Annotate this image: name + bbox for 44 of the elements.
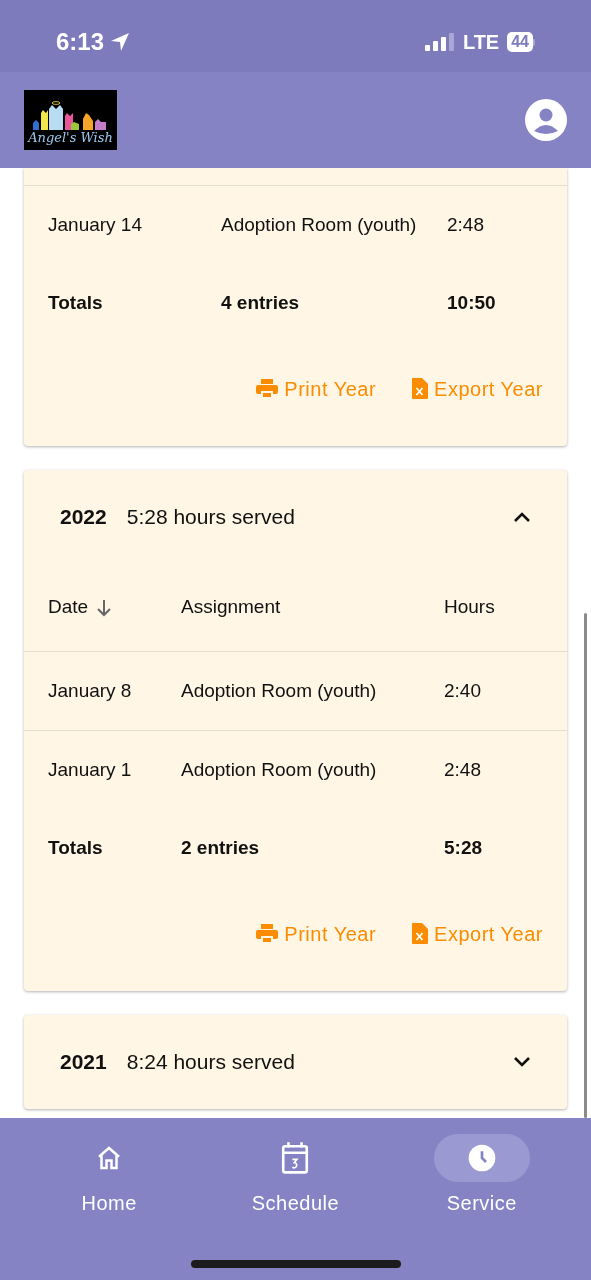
spreadsheet-file-icon [412, 378, 429, 399]
logo[interactable]: Angel's Wish [24, 90, 117, 150]
column-header[interactable]: Hours [444, 593, 495, 622]
arrow-down-icon[interactable] [96, 598, 113, 617]
hours-served-summary: 8:24 hours served [126, 1049, 296, 1076]
battery-indicator: 44 [507, 32, 535, 52]
export-year-button[interactable]: Export Year [412, 918, 543, 949]
column-header[interactable]: Date [48, 593, 89, 622]
logo-text: Angel's Wish [28, 131, 113, 144]
year-label: 2021 [60, 1049, 107, 1076]
date-cell-text: January 14 [48, 212, 143, 237]
spreadsheet-file-icon [412, 923, 429, 944]
year-label: 2022 [60, 504, 107, 531]
network-label: LTE [462, 30, 500, 55]
status-time: 6:13 [56, 27, 105, 57]
totals-label: Totals [48, 836, 104, 861]
entries-count: 4 entries [221, 291, 301, 316]
total-hours: 10:50 [447, 291, 497, 316]
printer-icon [256, 923, 279, 944]
date-cell-text: January 8 [48, 678, 133, 703]
totals-label: Totals [48, 291, 104, 316]
hours-served-summary: 5:28 hours served [126, 504, 296, 531]
printer-icon [256, 378, 279, 399]
hours-cell-text: 2:40 [444, 678, 482, 703]
date-cell-text: January 1 [48, 757, 133, 782]
nav-tab[interactable]: Home [44, 1134, 175, 1218]
assignment-cell-text: Adoption Room (youth) [181, 678, 378, 703]
chevron-up-icon[interactable] [513, 511, 531, 523]
assignment-cell-text: Adoption Room (youth) [221, 212, 418, 237]
export-year-button[interactable]: Export Year [412, 373, 543, 404]
chevron-down-icon[interactable] [513, 1056, 531, 1068]
hours-cell-text: 2:48 [447, 212, 485, 237]
assignment-cell-text: Adoption Room (youth) [181, 757, 378, 782]
location-arrow-icon [110, 32, 131, 52]
print-year-button[interactable]: Print Year [256, 373, 377, 404]
print-year-button[interactable]: Print Year [256, 918, 377, 949]
entries-count: 2 entries [181, 836, 261, 861]
hours-cell-text: 2:48 [444, 757, 482, 782]
total-hours: 5:28 [444, 836, 484, 861]
nav-tab[interactable]: Service [416, 1134, 547, 1218]
signal-icon [424, 33, 455, 51]
nav-tab[interactable]: Schedule [230, 1134, 361, 1218]
column-header[interactable]: Assignment [181, 593, 281, 622]
account-icon[interactable] [525, 99, 567, 141]
